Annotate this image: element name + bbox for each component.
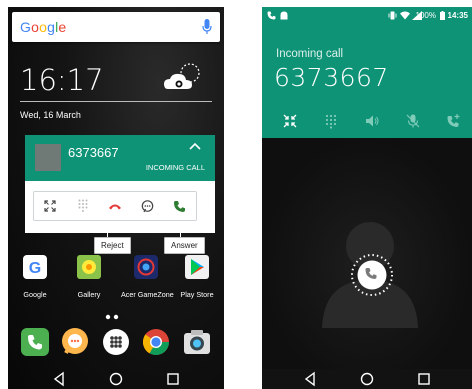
caller-image-area [262, 138, 472, 369]
incoming-call-notification[interactable]: 6373667 INCOMING CALL [25, 135, 215, 181]
lockscreen-phone: Google 16:17 Wed, 16 March 6373667 INCOM… [8, 7, 224, 389]
messages-icon[interactable] [60, 327, 90, 357]
navigation-bar [53, 371, 179, 387]
gallery-icon [77, 255, 101, 279]
recents-icon[interactable] [167, 373, 179, 385]
battery-icon [440, 11, 445, 20]
clock-divider [20, 101, 212, 102]
app-gallery[interactable]: Gallery [64, 254, 114, 299]
speaker-icon[interactable] [364, 113, 380, 129]
call-actions-panel [25, 181, 215, 233]
chevron-up-icon[interactable] [189, 142, 201, 150]
mute-microphone-icon[interactable] [405, 113, 421, 129]
incall-header: 100% 14:35 Incoming call 6373667 [262, 7, 472, 138]
dialpad-icon[interactable] [323, 113, 339, 129]
home-icon[interactable] [109, 372, 123, 386]
message-reply-icon[interactable] [138, 197, 156, 215]
incoming-call-label: INCOMING CALL [145, 163, 205, 172]
app-label: Acer GameZone [121, 290, 174, 299]
caller-number-large: 6373667 [274, 63, 389, 92]
page-indicator [105, 314, 119, 320]
back-icon[interactable] [53, 371, 64, 387]
phone-notification-icon [267, 11, 276, 20]
app-label: Gallery [77, 290, 101, 299]
svg-text:G: G [29, 260, 41, 277]
app-label: Google [23, 290, 47, 299]
phone-icon[interactable] [20, 327, 50, 357]
clock-date: Wed, 16 March [20, 110, 81, 120]
app-google[interactable]: G Google [10, 254, 60, 299]
answer-callout: Answer [164, 237, 205, 254]
minimize-icon[interactable] [282, 113, 298, 129]
clock-time: 16:17 [20, 63, 104, 97]
status-time: 14:35 [447, 11, 468, 20]
home-icon[interactable] [360, 372, 374, 386]
caller-avatar [35, 144, 61, 171]
dock [8, 327, 224, 367]
vibrate-icon [388, 11, 397, 20]
caller-number: 6373667 [68, 145, 119, 160]
android-notification-icon [280, 11, 288, 20]
gamezone-icon [134, 255, 158, 279]
back-icon[interactable] [304, 371, 315, 387]
reject-call-icon[interactable] [106, 197, 124, 215]
call-actions-row [33, 191, 197, 221]
google-search-bar[interactable]: Google [12, 12, 220, 42]
incall-phone: 100% 14:35 Incoming call 6373667 [262, 7, 472, 389]
add-call-icon[interactable] [446, 113, 462, 129]
google-app-icon: G [23, 255, 47, 279]
app-label: Play Store [180, 290, 214, 299]
app-drawer-icon[interactable] [101, 327, 131, 357]
fullscreen-expand-icon[interactable] [41, 197, 59, 215]
weather-partly-cloudy-icon [164, 63, 200, 89]
reject-callout: Reject [94, 237, 131, 254]
answer-glow-button[interactable] [350, 253, 394, 297]
play-store-icon [185, 255, 209, 279]
answer-call-icon[interactable] [171, 197, 189, 215]
app-acer-gamezone[interactable]: Acer GameZone [121, 254, 174, 299]
chrome-icon[interactable] [141, 327, 171, 357]
home-app-row: G Google Gallery Acer GameZone Play Stor… [8, 254, 224, 306]
incoming-call-title: Incoming call [276, 48, 344, 60]
microphone-icon[interactable] [202, 19, 212, 35]
navigation-bar [304, 371, 430, 387]
status-bar: 100% 14:35 [262, 7, 472, 25]
camera-icon[interactable] [182, 327, 212, 357]
incall-controls [282, 110, 462, 132]
wifi-icon [400, 11, 410, 20]
dialpad-icon[interactable] [74, 197, 92, 215]
battery-percent: 100% [415, 11, 436, 20]
recents-icon[interactable] [418, 373, 430, 385]
google-logo: Google [20, 19, 67, 35]
app-play-store[interactable]: Play Store [172, 254, 222, 299]
